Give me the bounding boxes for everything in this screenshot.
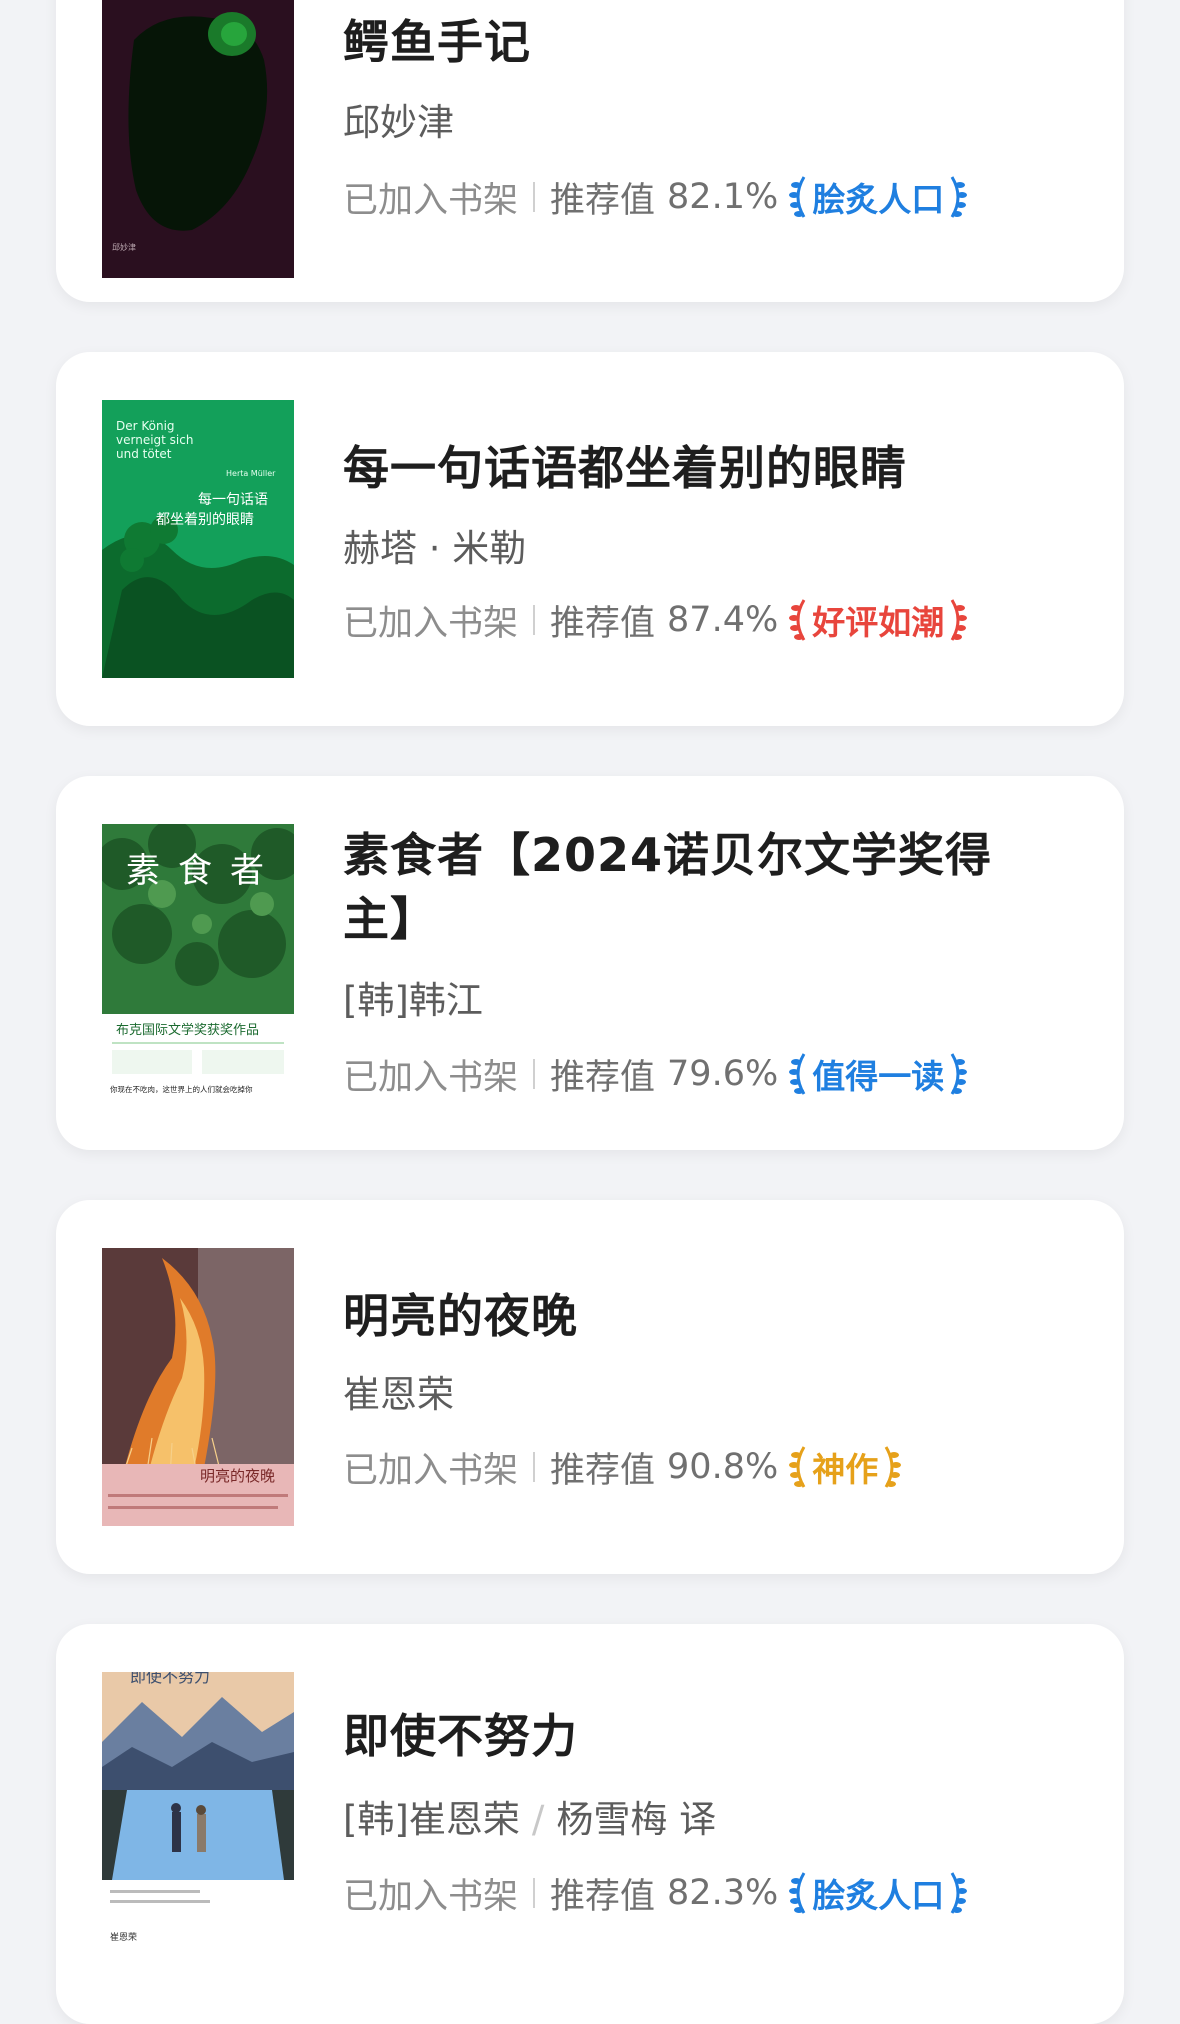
author-name[interactable]: 赫塔 · 米勒 (343, 527, 526, 570)
svg-text:每一句话语: 每一句话语 (198, 492, 268, 508)
author-name[interactable]: 崔恩荣 (343, 1373, 454, 1416)
cover-art-crocodile: 邱妙津 (102, 0, 294, 278)
book-card[interactable]: 邱妙津 鳄鱼手记 邱妙津 已加入书架 推荐值 82.1% 脍炙人口 (56, 0, 1124, 302)
recommend-value: 90.8% (667, 1447, 779, 1487)
recommend-value: 87.4% (667, 600, 779, 640)
author-name[interactable]: [韩]韩江 (343, 979, 483, 1022)
book-cover-image[interactable]: 明亮的夜晚 (102, 1248, 294, 1526)
recommend-value: 82.1% (667, 177, 779, 217)
laurel-left-icon (789, 1053, 806, 1095)
book-card[interactable]: 素 食 者 布克国际文学奖获奖作品 你现在不吃肉，这世界上的人们就会吃掉你 素食… (56, 776, 1124, 1150)
meta-divider (533, 605, 536, 635)
shelf-status: 已加入书架 (343, 1450, 519, 1491)
book-author[interactable]: 赫塔 · 米勒 (343, 524, 526, 574)
laurel-left-icon (789, 1872, 806, 1914)
book-title[interactable]: 每一句话语都坐着别的眼睛 (343, 436, 1033, 500)
meta-divider (533, 182, 536, 212)
recommend-label: 推荐值 (550, 1450, 656, 1491)
cover-art-green-forest: Der König verneigt sich und tötet Herta … (102, 400, 294, 678)
book-cover-image[interactable]: Der König verneigt sich und tötet Herta … (102, 400, 294, 678)
badge-label: 好评如潮 (812, 603, 945, 642)
book-card[interactable]: Der König verneigt sich und tötet Herta … (56, 352, 1124, 726)
shelf-status: 已加入书架 (343, 1876, 519, 1917)
book-author[interactable]: [韩]韩江 (343, 976, 483, 1026)
svg-text:你现在不吃肉，这世界上的人们就会吃掉你: 你现在不吃肉，这世界上的人们就会吃掉你 (110, 1084, 253, 1094)
rating-badge: 值得一读 (788, 1050, 968, 1098)
recommend-label: 推荐值 (550, 1057, 656, 1098)
badge-label: 脍炙人口 (812, 1876, 945, 1915)
recommend-label: 推荐值 (550, 1876, 656, 1917)
recommend-label: 推荐值 (550, 180, 656, 221)
shelf-status: 已加入书架 (343, 603, 519, 644)
recommend-value: 79.6% (667, 1054, 779, 1094)
svg-text:都坐着别的眼睛: 都坐着别的眼睛 (156, 512, 254, 528)
book-author[interactable]: [韩]崔恩荣 / 杨雪梅 译 (343, 1795, 716, 1845)
laurel-right-icon (950, 599, 968, 641)
recommend-value: 82.3% (667, 1873, 779, 1913)
book-meta: 已加入书架 推荐值 79.6% 值得一读 (343, 1049, 968, 1099)
book-author[interactable]: 崔恩荣 (343, 1370, 454, 1420)
shelf-status: 已加入书架 (343, 180, 519, 221)
book-title[interactable]: 鳄鱼手记 (343, 10, 1033, 74)
svg-text:邱妙津: 邱妙津 (112, 242, 136, 252)
cover-art-lake: 即使不努力 崔恩荣 (102, 1672, 294, 1950)
svg-text:崔恩荣: 崔恩荣 (110, 1931, 137, 1943)
svg-text:Der König: Der König (116, 419, 175, 433)
laurel-left-icon (789, 176, 806, 218)
svg-text:明亮的夜晚: 明亮的夜晚 (200, 1467, 275, 1485)
svg-text:即使不努力: 即使不努力 (130, 1672, 210, 1686)
svg-text:布克国际文学奖获奖作品: 布克国际文学奖获奖作品 (116, 1022, 259, 1038)
rating-badge: 神作 (788, 1443, 902, 1491)
laurel-left-icon (789, 1446, 806, 1488)
svg-text:食: 食 (178, 851, 212, 891)
book-author[interactable]: 邱妙津 (343, 98, 454, 148)
badge-label: 脍炙人口 (812, 180, 945, 219)
badge-label: 值得一读 (812, 1057, 945, 1096)
laurel-right-icon (950, 1053, 968, 1095)
author-name[interactable]: [韩]崔恩荣 (343, 1798, 520, 1841)
book-title[interactable]: 即使不努力 (343, 1704, 1033, 1768)
laurel-right-icon (884, 1446, 902, 1488)
rating-badge: 脍炙人口 (788, 1869, 968, 1917)
book-cover-image[interactable]: 邱妙津 (102, 0, 294, 278)
book-title[interactable]: 素食者【2024诺贝尔文学奖得主】 (343, 823, 1033, 951)
cover-art-vegetarian: 素 食 者 布克国际文学奖获奖作品 你现在不吃肉，这世界上的人们就会吃掉你 (102, 824, 294, 1102)
shelf-status: 已加入书架 (343, 1057, 519, 1098)
laurel-right-icon (950, 176, 968, 218)
book-meta: 已加入书架 推荐值 82.3% 脍炙人口 (343, 1868, 968, 1918)
book-meta: 已加入书架 推荐值 90.8% 神作 (343, 1442, 902, 1492)
rating-badge: 脍炙人口 (788, 173, 968, 221)
book-card[interactable]: 明亮的夜晚 明亮的夜晚 崔恩荣 已加入书架 推荐值 90.8% 神作 (56, 1200, 1124, 1574)
svg-text:者: 者 (230, 851, 264, 891)
book-meta: 已加入书架 推荐值 87.4% 好评如潮 (343, 595, 968, 645)
book-card[interactable]: 即使不努力 崔恩荣 即使不努力 [韩]崔恩荣 / 杨雪梅 译 已加入书架 推荐值 8… (56, 1624, 1124, 2024)
svg-text:素: 素 (126, 851, 160, 891)
svg-text:Herta Müller: Herta Müller (226, 469, 276, 478)
svg-text:verneigt sich: verneigt sich (116, 433, 193, 447)
book-cover-image[interactable]: 素 食 者 布克国际文学奖获奖作品 你现在不吃肉，这世界上的人们就会吃掉你 (102, 824, 294, 1102)
laurel-right-icon (950, 1872, 968, 1914)
translator-name[interactable]: 杨雪梅 译 (556, 1798, 716, 1841)
author-separator: / (531, 1798, 545, 1841)
book-cover-image[interactable]: 即使不努力 崔恩荣 (102, 1672, 294, 1950)
book-meta: 已加入书架 推荐值 82.1% 脍炙人口 (343, 172, 968, 222)
rating-badge: 好评如潮 (788, 596, 968, 644)
cover-art-bright-night: 明亮的夜晚 (102, 1248, 294, 1526)
badge-label: 神作 (812, 1450, 879, 1489)
svg-text:und tötet: und tötet (116, 447, 172, 461)
meta-divider (533, 1452, 536, 1482)
author-name[interactable]: 邱妙津 (343, 101, 454, 144)
meta-divider (533, 1059, 536, 1089)
recommend-label: 推荐值 (550, 603, 656, 644)
laurel-left-icon (789, 599, 806, 641)
book-title[interactable]: 明亮的夜晚 (343, 1284, 1033, 1348)
meta-divider (533, 1878, 536, 1908)
